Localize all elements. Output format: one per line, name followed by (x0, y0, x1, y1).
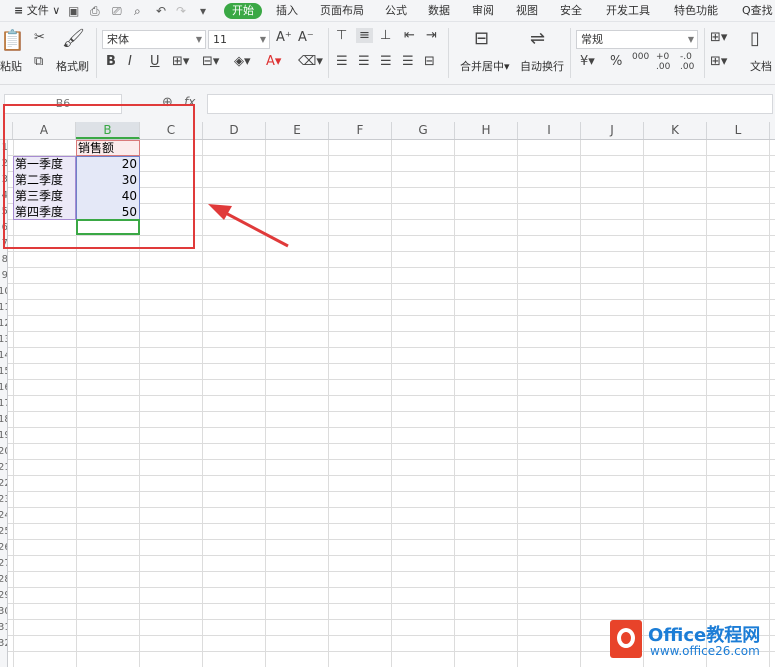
watermark-logo: Office教程网 www.office26.com (610, 618, 770, 662)
annotation-arrow (208, 204, 289, 248)
office-logo-icon (610, 620, 642, 658)
watermark-url: www.office26.com (650, 644, 760, 658)
